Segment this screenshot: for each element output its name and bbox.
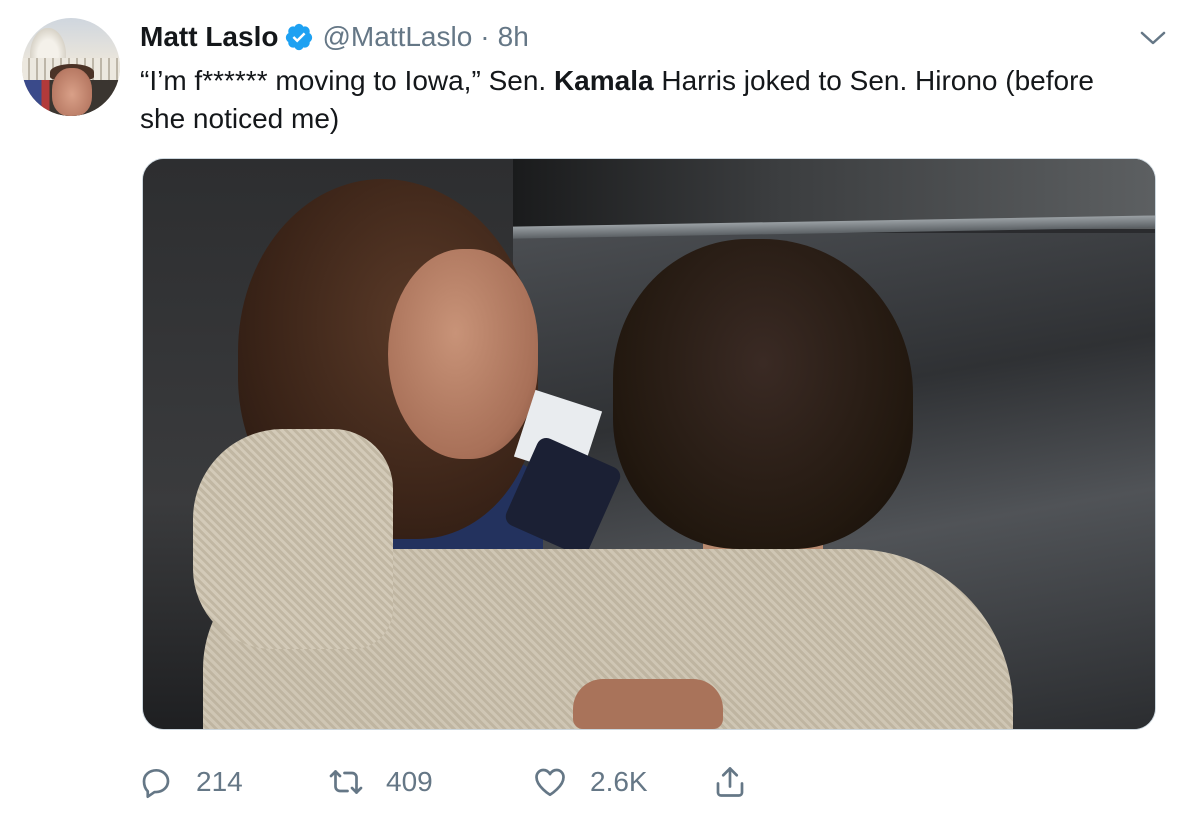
tweet-photo[interactable] <box>142 158 1156 730</box>
reply-icon <box>142 768 170 799</box>
retweet-count: 409 <box>386 766 433 797</box>
retweet-icon <box>329 770 363 794</box>
photo-person-hair-2 <box>613 239 913 549</box>
tweet-header: Matt Laslo @MattLaslo · 8h <box>140 20 1166 54</box>
photo-person-face <box>388 249 538 459</box>
heart-icon <box>535 768 565 797</box>
photo-hand <box>573 679 723 729</box>
verified-badge-icon <box>284 22 314 52</box>
like-count: 2.6K <box>590 766 648 797</box>
tweet-text: “I’m f****** moving to Iowa,” Sen. Kamal… <box>140 62 1140 138</box>
action-bar: 214 409 2.6K <box>138 760 748 804</box>
tweet: Matt Laslo @MattLaslo · 8h “I’m f****** … <box>0 0 1186 820</box>
reply-button[interactable]: 214 <box>138 764 328 800</box>
avatar[interactable] <box>22 18 120 116</box>
reply-count: 214 <box>196 766 243 797</box>
avatar-capitol-dome <box>30 28 66 62</box>
tweet-text-part: “I’m f****** moving to Iowa,” Sen. <box>140 65 554 96</box>
avatar-face <box>52 68 92 116</box>
author-name[interactable]: Matt Laslo <box>140 21 278 53</box>
like-button[interactable]: 2.6K <box>532 764 712 800</box>
author-handle[interactable]: @MattLaslo <box>322 21 472 53</box>
chevron-down-icon[interactable] <box>1138 28 1168 48</box>
share-icon <box>716 767 744 797</box>
tweet-timestamp[interactable]: 8h <box>498 21 529 53</box>
tweet-text-bold: Kamala <box>553 65 654 96</box>
photo-arm <box>193 429 393 649</box>
share-button[interactable] <box>712 764 748 800</box>
retweet-button[interactable]: 409 <box>328 764 532 800</box>
separator-dot: · <box>480 21 490 52</box>
